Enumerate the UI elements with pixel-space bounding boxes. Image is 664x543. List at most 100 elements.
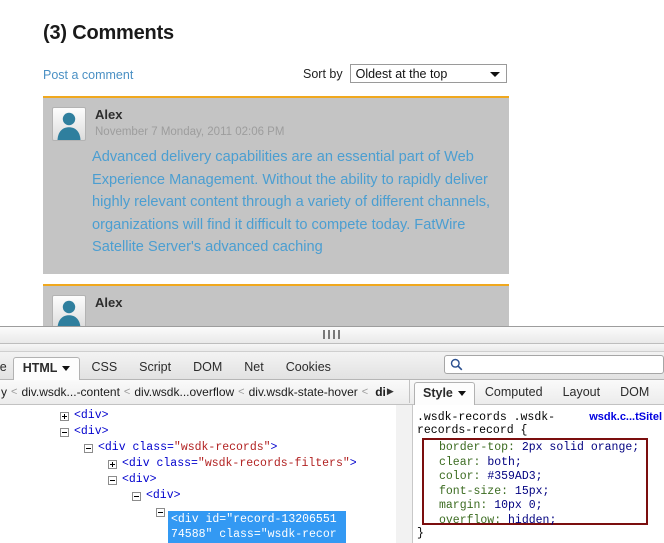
css-declaration[interactable]: margin: 10px 0;: [439, 499, 639, 514]
breadcrumb-item[interactable]: div.wsdk-state-hover: [249, 385, 358, 399]
tree-node-tag: <div class=: [122, 457, 198, 470]
tab-layout[interactable]: Layout: [553, 381, 611, 404]
tab-html[interactable]: HTML: [12, 357, 81, 380]
collapse-icon[interactable]: [60, 428, 69, 437]
firebug-toolbar: le HTML CSS Script DOM Net Cookies: [0, 352, 664, 380]
breadcrumb-overflow-arrow-icon[interactable]: ▶: [387, 386, 394, 397]
breadcrumb[interactable]: y < div.wsdk...-content < div.wsdk...ove…: [0, 380, 410, 403]
comment-body: Advanced delivery capabilities are an es…: [92, 149, 491, 256]
breadcrumb-item[interactable]: div.wsdk...overflow: [134, 385, 234, 399]
tab-computed-label: Computed: [484, 385, 543, 399]
search-input[interactable]: [444, 355, 664, 374]
tab-cookies[interactable]: Cookies: [275, 356, 342, 379]
tab-html-label: HTML: [22, 361, 58, 375]
comment-author: Alex: [95, 107, 123, 122]
tree-node-selected[interactable]: <div id="record-1320655174588" class="ws…: [168, 511, 346, 543]
css-property-name: font-size:: [439, 484, 509, 498]
tab-dom-side[interactable]: DOM: [610, 381, 659, 404]
tab-style[interactable]: Style: [414, 382, 475, 405]
tab-net-label: Net: [244, 360, 264, 374]
tab-css[interactable]: CSS: [80, 356, 128, 379]
firebug-breadcrumb-row: y < div.wsdk...-content < div.wsdk...ove…: [0, 380, 664, 405]
expand-icon[interactable]: [108, 460, 117, 469]
tab-script-label: Script: [139, 360, 172, 374]
tab-layout-label: Layout: [562, 385, 601, 399]
firebug-splitter[interactable]: [0, 327, 664, 344]
css-rule-selector: .wsdk-records .wsdk-records-record {: [417, 411, 556, 437]
comment-item: Alex November 7 Monday, 2011 02:06 PM Ad…: [43, 96, 509, 274]
sort-by-label: Sort by: [303, 66, 343, 81]
collapse-icon[interactable]: [108, 476, 117, 485]
tree-node-tag: <div>: [146, 489, 181, 502]
tree-node[interactable]: <div>: [0, 409, 396, 425]
avatar: [52, 107, 86, 141]
tab-net[interactable]: Net: [233, 356, 274, 379]
tree-node-tag: <div>: [122, 473, 157, 486]
tab-cookies-label: Cookies: [285, 360, 331, 374]
tab-dom[interactable]: DOM: [182, 356, 233, 379]
tree-node[interactable]: <div>: [0, 489, 396, 505]
firebug-secondary-bar: [0, 344, 664, 352]
tree-node-attr: "wsdk-records-filters": [197, 457, 350, 470]
expand-icon[interactable]: [60, 412, 69, 421]
css-property-value: #359AD3;: [487, 470, 543, 483]
css-declaration[interactable]: border-top: 2px solid orange;: [439, 441, 639, 456]
screen: (3) Comments Post a comment Sort by Olde…: [0, 0, 664, 543]
breadcrumb-prefix: y: [1, 384, 7, 399]
tree-node-attr: "wsdk-records": [173, 441, 271, 454]
css-property-name: border-top:: [439, 441, 515, 454]
page-title: (3) Comments: [43, 22, 174, 44]
css-property-name: overflow:: [439, 513, 502, 527]
comment-date: November 7 Monday, 2011 02:06 PM: [95, 126, 285, 138]
tree-node-tag-close: >: [270, 441, 278, 454]
css-declaration[interactable]: font-size: 15px;: [439, 485, 639, 500]
tree-node-tag: <div>: [74, 425, 109, 438]
css-property-value: hidden;: [508, 513, 557, 527]
tree-node[interactable]: <div>: [0, 425, 396, 441]
html-tree: <div> <div> <div class= "wsdk-records" > <…: [0, 409, 396, 521]
css-property-name: margin:: [439, 499, 488, 512]
tree-node[interactable]: <div class= "wsdk-records-filters" >: [0, 457, 396, 473]
tab-computed[interactable]: Computed: [475, 381, 553, 404]
tree-node-tag: <div class=: [98, 441, 174, 454]
breadcrumb-item[interactable]: div.wsdk...-content: [21, 385, 119, 399]
tab-style-label: Style: [423, 386, 453, 400]
css-declaration[interactable]: color: #359AD3;: [439, 470, 639, 485]
tab-console[interactable]: le: [0, 356, 13, 379]
css-property-value: 10px 0;: [494, 499, 543, 512]
breadcrumb-separator: <: [123, 385, 131, 398]
chevron-down-icon: [457, 390, 466, 396]
comments-page: (3) Comments Post a comment Sort by Olde…: [0, 0, 664, 344]
tree-node[interactable]: <div class= "wsdk-records" >: [0, 441, 396, 457]
chevron-down-icon: [62, 365, 71, 371]
drag-grip-icon[interactable]: [323, 330, 341, 339]
search-icon: [450, 358, 463, 371]
css-source-link[interactable]: wsdk.c...tSitel: [589, 411, 662, 423]
breadcrumb-separator: <: [361, 385, 369, 398]
sort-by-select[interactable]: Oldest at the top: [349, 64, 507, 83]
firebug-side-panel-tabs: Style Computed Layout DOM: [414, 380, 659, 405]
css-property-value: 2px solid orange;: [521, 441, 640, 454]
tree-node-tag-close: >: [349, 457, 357, 470]
css-declaration[interactable]: clear: both;: [439, 456, 639, 471]
sort-by-selected-value: Oldest at the top: [355, 66, 448, 81]
tab-script[interactable]: Script: [128, 356, 182, 379]
css-style-pane[interactable]: .wsdk-records .wsdk-records-record { wsd…: [412, 405, 664, 543]
sort-control: Sort by Oldest at the top: [303, 64, 507, 83]
css-declarations: border-top: 2px solid orange; clear: bot…: [439, 441, 639, 528]
css-rule-close-brace: }: [417, 527, 424, 540]
breadcrumb-separator: <: [238, 385, 245, 398]
post-a-comment-link[interactable]: Post a comment: [43, 68, 133, 82]
tab-console-label: le: [0, 360, 7, 374]
breadcrumb-item-truncated[interactable]: di: [375, 385, 386, 399]
chevron-down-icon: [489, 71, 500, 77]
tree-node[interactable]: <div>: [0, 473, 396, 489]
css-property-name: clear:: [439, 455, 481, 469]
tab-dom-side-label: DOM: [620, 385, 650, 399]
html-tree-pane[interactable]: <div> <div> <div class= "wsdk-records" > <…: [0, 405, 396, 543]
css-declaration[interactable]: overflow: hidden;: [439, 514, 639, 529]
collapse-icon[interactable]: [132, 492, 141, 501]
collapse-icon[interactable]: [84, 444, 93, 453]
collapse-icon[interactable]: [156, 508, 165, 517]
firebug-window: le HTML CSS Script DOM Net Cookies: [0, 326, 664, 543]
